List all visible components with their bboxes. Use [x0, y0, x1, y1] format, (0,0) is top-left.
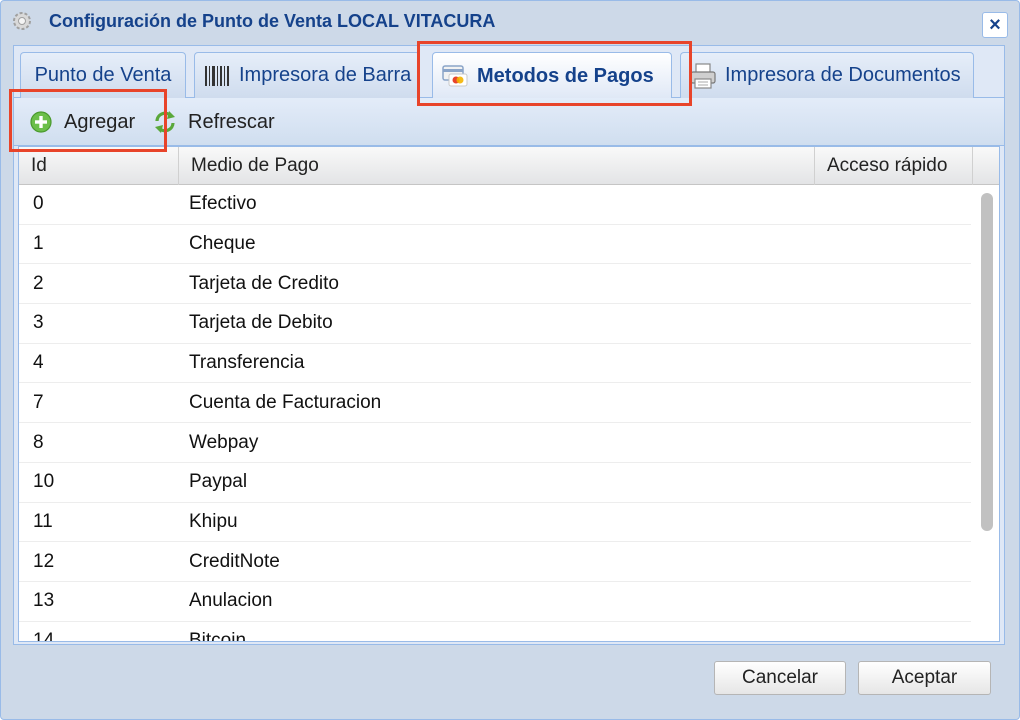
accept-button[interactable]: Aceptar	[858, 661, 991, 695]
add-button[interactable]: Agregar	[28, 108, 135, 136]
table-row[interactable]: 8 Webpay	[19, 423, 971, 463]
printer-icon	[689, 62, 717, 90]
cell-id: 3	[33, 312, 44, 334]
cell-medio-de-pago: Tarjeta de Debito	[189, 312, 333, 334]
tab-label: Punto de Venta	[34, 64, 172, 86]
cell-medio-de-pago: Webpay	[189, 431, 259, 453]
cell-id: 11	[33, 510, 53, 532]
table-row[interactable]: 13 Anulacion	[19, 582, 971, 622]
plus-circle-icon	[28, 109, 54, 135]
cell-medio-de-pago: CreditNote	[189, 550, 280, 572]
grid-body: 0 Efectivo 1 Cheque 2 Tarjeta de Credito 3 Tarj…	[19, 185, 971, 642]
refresh-icon	[152, 109, 178, 135]
dialog-title: Configuración de Punto de Venta LOCAL VI…	[49, 11, 496, 31]
tab-metodos-de-pagos[interactable]: Metodos de Pagos	[432, 52, 672, 99]
table-row[interactable]: 4 Transferencia	[19, 344, 971, 384]
tab-label: Impresora de Documentos	[725, 64, 961, 86]
column-header-medio-de-pago[interactable]: Medio de Pago	[179, 147, 815, 185]
cell-id: 0	[33, 193, 44, 215]
cell-medio-de-pago: Cuenta de Facturacion	[189, 391, 382, 413]
cell-id: 1	[33, 233, 44, 255]
grid-toolbar: Agregar Refrescar	[14, 98, 1004, 146]
close-button[interactable]: ×	[982, 12, 1008, 38]
tab-strip: Punto de Venta Impresora de Barra Metodo…	[14, 46, 1004, 99]
cell-medio-de-pago: Tarjeta de Credito	[189, 272, 339, 294]
cell-medio-de-pago: Paypal	[189, 471, 248, 493]
table-row[interactable]: 3 Tarjeta de Debito	[19, 304, 971, 344]
table-row[interactable]: 11 Khipu	[19, 503, 971, 543]
table-row[interactable]: 12 CreditNote	[19, 542, 971, 582]
vertical-scrollbar[interactable]	[973, 185, 999, 641]
dialog-titlebar: Configuración de Punto de Venta LOCAL VI…	[1, 1, 1019, 41]
close-icon: ×	[989, 14, 1001, 36]
refresh-label: Refrescar	[188, 110, 275, 133]
config-dialog: Configuración de Punto de Venta LOCAL VI…	[0, 0, 1020, 720]
barcode-icon	[203, 62, 231, 90]
header-filler	[973, 147, 999, 185]
table-row[interactable]: 2 Tarjeta de Credito	[19, 264, 971, 305]
tab-impresora-de-documentos[interactable]: Impresora de Documentos	[680, 52, 974, 98]
cell-medio-de-pago: Anulacion	[189, 590, 273, 612]
table-row[interactable]: 0 Efectivo	[19, 185, 971, 225]
cell-medio-de-pago: Cheque	[189, 233, 256, 255]
refresh-button[interactable]: Refrescar	[152, 108, 275, 136]
grid-header: Id Medio de Pago Acceso rápido	[19, 147, 999, 185]
payment-methods-grid: Id Medio de Pago Acceso rápido 0 Efectivo…	[18, 146, 1000, 642]
column-header-acceso-rapido[interactable]: Acceso rápido	[815, 147, 973, 185]
cell-id: 7	[33, 391, 44, 413]
table-row[interactable]: 7 Cuenta de Facturacion	[19, 384, 971, 424]
cell-medio-de-pago: Transferencia	[189, 352, 305, 374]
table-row[interactable]: 14 Bitcoin	[19, 622, 971, 642]
cell-id: 14	[33, 630, 55, 642]
tab-impresora-de-barra[interactable]: Impresora de Barra	[194, 52, 420, 98]
scrollbar-thumb[interactable]	[981, 193, 993, 531]
column-header-id[interactable]: Id	[19, 147, 179, 185]
cell-medio-de-pago: Efectivo	[189, 193, 257, 215]
tab-label: Impresora de Barra	[239, 64, 412, 86]
table-row[interactable]: 10 Paypal	[19, 463, 971, 503]
cell-id: 2	[33, 272, 44, 294]
cell-medio-de-pago: Khipu	[189, 510, 238, 532]
cell-id: 8	[33, 431, 44, 453]
gear-icon	[11, 10, 33, 32]
cell-id: 4	[33, 352, 44, 374]
add-label: Agregar	[64, 110, 136, 133]
tab-label: Metodos de Pagos	[477, 64, 654, 87]
cell-medio-de-pago: Bitcoin	[189, 630, 247, 642]
cell-id: 13	[33, 590, 55, 612]
cell-id: 12	[33, 550, 55, 572]
tab-panel: Punto de Venta Impresora de Barra Metodo…	[13, 45, 1005, 645]
payment-methods-icon	[441, 62, 469, 90]
tab-punto-de-venta[interactable]: Punto de Venta	[20, 52, 186, 98]
cancel-button[interactable]: Cancelar	[714, 661, 846, 695]
cell-id: 10	[33, 471, 55, 493]
table-row[interactable]: 1 Cheque	[19, 225, 971, 265]
